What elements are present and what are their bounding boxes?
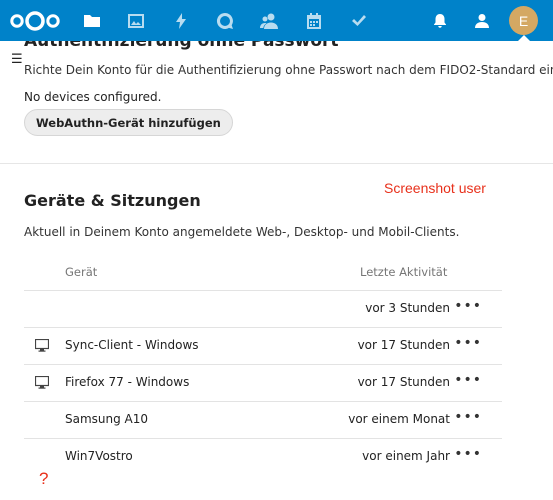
activity-icon[interactable] (170, 10, 192, 32)
more-actions-icon[interactable]: ••• (454, 407, 482, 427)
session-row: Firefox 77 - Windows vor 17 Stunden ••• (24, 364, 502, 401)
more-actions-icon[interactable]: ••• (454, 333, 482, 353)
more-actions-icon[interactable]: ••• (454, 444, 482, 464)
question-mark-annotation: ? (39, 469, 49, 488)
sessions-title: Geräte & Sitzungen (24, 191, 201, 210)
tasks-icon[interactable] (348, 10, 370, 32)
talk-icon[interactable] (214, 10, 236, 32)
avatar-letter: E (518, 12, 529, 29)
contacts-icon[interactable] (258, 10, 280, 32)
photos-icon[interactable] (125, 10, 147, 32)
no-devices-text: No devices configured. (24, 90, 162, 104)
more-actions-icon[interactable]: ••• (454, 370, 482, 390)
column-header-activity: Letzte Aktivität (360, 265, 448, 279)
contacts-menu-icon[interactable] (471, 10, 493, 32)
calendar-icon[interactable] (303, 10, 325, 32)
menu-caret-icon (518, 35, 530, 41)
top-header: E (0, 0, 553, 41)
session-row: Samsung A10 vor einem Monat ••• (24, 401, 502, 438)
sessions-description: Aktuell in Deinem Konto angemeldete Web-… (24, 225, 460, 239)
files-icon[interactable] (81, 10, 103, 32)
notifications-icon[interactable] (429, 10, 451, 32)
add-webauthn-button[interactable]: WebAuthn-Gerät hinzufügen (24, 109, 233, 136)
session-row: vor 3 Stunden ••• (24, 290, 502, 327)
annotation-text: Screenshot user (384, 180, 486, 196)
session-row: Sync-Client - Windows vor 17 Stunden ••• (24, 327, 502, 364)
column-header-device: Gerät (65, 265, 98, 279)
device-name: Win7Vostro (65, 449, 133, 463)
last-activity: vor einem Monat (348, 412, 450, 426)
last-activity: vor einem Jahr (362, 449, 450, 463)
last-activity: vor 17 Stunden (357, 338, 450, 352)
device-name: Samsung A10 (65, 412, 149, 426)
more-actions-icon[interactable]: ••• (454, 296, 482, 316)
desktop-icon (35, 339, 49, 352)
user-avatar[interactable]: E (509, 6, 538, 35)
device-name: Sync-Client - Windows (65, 338, 199, 352)
last-activity: vor 17 Stunden (357, 375, 450, 389)
session-row: Win7Vostro vor einem Jahr ••• (24, 438, 502, 475)
hamburger-menu-icon[interactable]: ☰ (11, 53, 23, 66)
last-activity: vor 3 Stunden (365, 301, 450, 315)
passwordless-description: Richte Dein Konto für die Authentifizier… (24, 63, 553, 77)
device-name: Firefox 77 - Windows (65, 375, 190, 389)
desktop-icon (35, 376, 49, 389)
nextcloud-logo-icon[interactable] (8, 9, 62, 33)
section-divider (0, 163, 553, 164)
